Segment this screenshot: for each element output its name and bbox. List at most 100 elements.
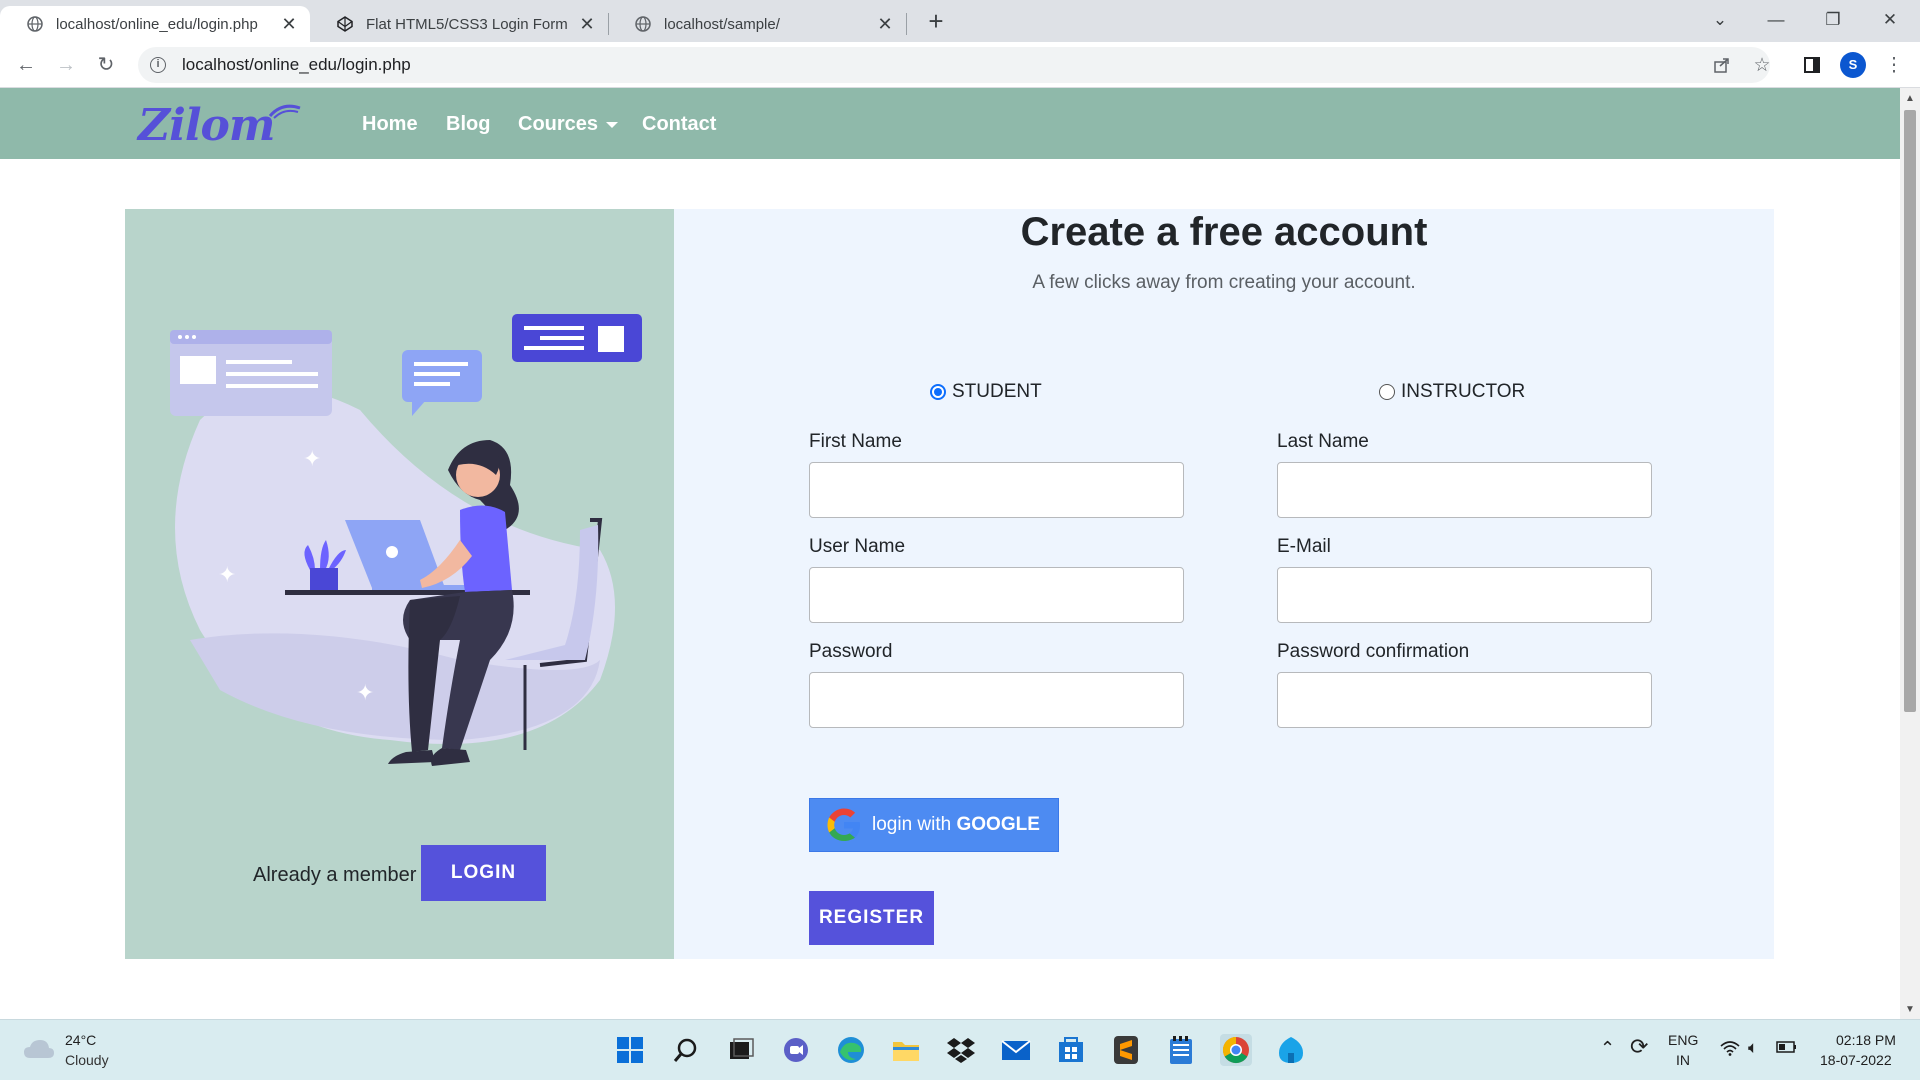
close-tab-icon[interactable]: ✕ <box>574 14 600 35</box>
reload-icon[interactable]: ↻ <box>92 51 120 79</box>
browser-tab-bar: localhost/online_edu/login.php ✕ Flat HT… <box>0 0 1920 42</box>
mail-icon[interactable] <box>1000 1034 1032 1066</box>
google-button-prefix: login with <box>872 814 957 835</box>
more-menu-icon[interactable]: ⋮ <box>1882 53 1906 77</box>
back-arrow-icon[interactable]: ← <box>12 51 40 79</box>
weather-temperature[interactable]: 24°C <box>65 1032 96 1048</box>
globe-icon <box>634 15 652 33</box>
search-icon[interactable] <box>670 1034 702 1066</box>
radio-unchecked-icon[interactable] <box>1379 384 1395 400</box>
chrome-icon[interactable] <box>1220 1034 1252 1066</box>
nav-contact[interactable]: Contact <box>642 113 716 136</box>
last-name-label: Last Name <box>1277 431 1369 452</box>
nav-blog[interactable]: Blog <box>446 113 490 136</box>
first-name-label: First Name <box>809 431 902 452</box>
login-button[interactable]: LOGIN <box>421 845 546 901</box>
forward-arrow-icon[interactable]: → <box>52 51 80 79</box>
profile-avatar[interactable]: S <box>1840 52 1866 78</box>
tab-flat-login-form[interactable]: Flat HTML5/CSS3 Login Form ✕ <box>310 6 608 42</box>
browser-toolbar: ← → ↻ i localhost/online_edu/login.php ☆… <box>0 42 1920 88</box>
dropbox-icon[interactable] <box>945 1034 977 1066</box>
new-tab-button[interactable]: + <box>922 8 950 36</box>
file-explorer-icon[interactable] <box>890 1034 922 1066</box>
first-name-input[interactable] <box>809 462 1184 518</box>
share-icon[interactable] <box>1710 53 1734 77</box>
windows-taskbar: 24°C Cloudy ⌃ ⟳ ENG IN 🔈︎ 02:18 PM 18-07… <box>0 1019 1920 1080</box>
close-window-button[interactable]: ✕ <box>1870 6 1910 34</box>
user-name-label: User Name <box>809 536 906 557</box>
tab-title: localhost/online_edu/login.php <box>56 15 258 33</box>
address-bar[interactable]: i localhost/online_edu/login.php <box>138 47 1770 83</box>
register-button[interactable]: REGISTER <box>809 891 934 945</box>
nav-cources-label: Cources <box>518 113 599 135</box>
page-scrollbar-thumb[interactable] <box>1904 110 1916 712</box>
form-heading: Create a free account <box>1020 210 1428 254</box>
svg-text:✦: ✦ <box>303 446 321 471</box>
logo-cap-icon <box>268 104 301 119</box>
weather-condition[interactable]: Cloudy <box>65 1052 109 1068</box>
tab-login-php[interactable]: localhost/online_edu/login.php ✕ <box>0 6 310 42</box>
edge-browser-icon[interactable] <box>835 1034 867 1066</box>
role-instructor-label: INSTRUCTOR <box>1401 381 1526 402</box>
radio-checked-icon[interactable] <box>930 384 946 400</box>
language-indicator-line1[interactable]: ENG <box>1668 1032 1698 1048</box>
windows-start-icon[interactable] <box>614 1034 646 1066</box>
google-button-brand: GOOGLE <box>956 814 1040 835</box>
notepad-icon[interactable] <box>1165 1034 1197 1066</box>
restore-button[interactable]: ❐ <box>1813 6 1853 34</box>
sublime-text-icon[interactable] <box>1110 1034 1142 1066</box>
role-student-radio[interactable]: STUDENT <box>930 381 1042 403</box>
google-login-button[interactable]: login with GOOGLE <box>809 798 1059 852</box>
minimize-button[interactable]: — <box>1756 6 1796 34</box>
site-info-icon[interactable]: i <box>150 57 166 73</box>
store-icon[interactable] <box>1055 1034 1087 1066</box>
email-label: E-Mail <box>1277 536 1331 557</box>
role-student-label: STUDENT <box>952 381 1042 402</box>
tab-title: Flat HTML5/CSS3 Login Form <box>366 15 568 33</box>
task-view-icon[interactable] <box>725 1034 757 1066</box>
svg-text:✦: ✦ <box>218 562 236 587</box>
form-subheading: A few clicks away from creating your acc… <box>1032 272 1416 293</box>
tab-sample[interactable]: localhost/sample/ ✕ <box>608 6 906 42</box>
teams-chat-icon[interactable] <box>780 1034 812 1066</box>
tab-title: localhost/sample/ <box>664 15 780 33</box>
tab-search-chevron-icon[interactable]: ⌄ <box>1700 6 1740 34</box>
url-text[interactable]: localhost/online_edu/login.php <box>182 55 411 75</box>
language-indicator-line2[interactable]: IN <box>1676 1052 1690 1068</box>
app-drop-icon[interactable] <box>1275 1034 1307 1066</box>
globe-icon <box>26 15 44 33</box>
clock-date[interactable]: 18-07-2022 <box>1820 1052 1892 1068</box>
already-member-text: Already a member <box>253 864 417 886</box>
role-instructor-radio[interactable]: INSTRUCTOR <box>1379 381 1525 403</box>
site-logo[interactable]: Zilom <box>138 100 275 151</box>
google-g-icon <box>827 808 860 841</box>
password-confirmation-input[interactable] <box>1277 672 1652 728</box>
last-name-input[interactable] <box>1277 462 1652 518</box>
password-label: Password <box>809 641 893 662</box>
caret-down-icon <box>606 121 619 128</box>
volume-icon[interactable]: 🔈︎ <box>1748 1038 1758 1058</box>
svg-text:✦: ✦ <box>356 680 374 705</box>
close-tab-icon[interactable]: ✕ <box>276 14 302 35</box>
close-tab-icon[interactable]: ✕ <box>872 14 898 35</box>
nav-home[interactable]: Home <box>362 113 418 136</box>
nav-cources-dropdown[interactable]: Cources <box>518 113 619 136</box>
scroll-down-arrow-icon[interactable]: ▼ <box>1903 1003 1917 1017</box>
side-panel-icon[interactable] <box>1800 53 1824 77</box>
scroll-up-arrow-icon[interactable]: ▲ <box>1903 92 1917 106</box>
woman-at-laptop-illustration: ✦ ✦ ✦ <box>170 314 642 766</box>
tab-separator <box>906 13 907 35</box>
codepen-icon <box>336 15 354 33</box>
user-name-input[interactable] <box>809 567 1184 623</box>
password-confirmation-label: Password confirmation <box>1277 641 1470 662</box>
wifi-icon[interactable] <box>1720 1040 1740 1059</box>
show-hidden-icons-chevron-icon[interactable]: ⌃ <box>1600 1038 1615 1059</box>
clock-time[interactable]: 02:18 PM <box>1836 1032 1896 1048</box>
battery-icon[interactable] <box>1776 1040 1798 1057</box>
password-input[interactable] <box>809 672 1184 728</box>
cloudy-weather-icon[interactable] <box>22 1036 56 1062</box>
site-navbar: Zilom Home Blog Cources Contact <box>0 88 1900 159</box>
email-input[interactable] <box>1277 567 1652 623</box>
sync-icon[interactable]: ⟳ <box>1630 1034 1648 1060</box>
bookmark-star-icon[interactable]: ☆ <box>1750 53 1774 77</box>
